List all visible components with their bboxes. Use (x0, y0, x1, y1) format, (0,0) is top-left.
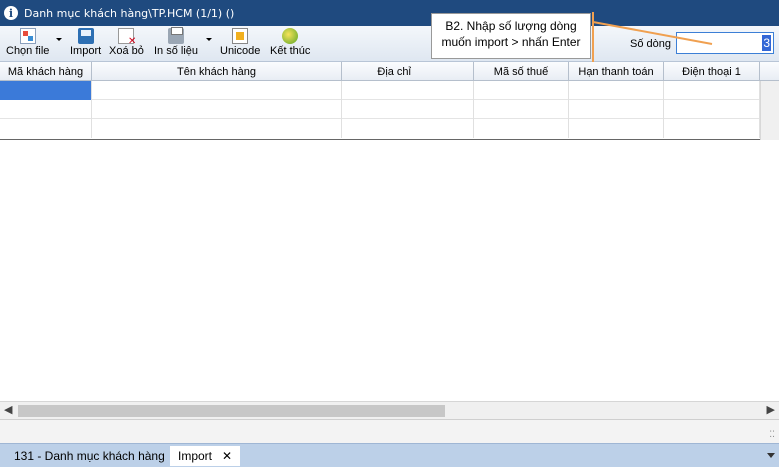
tab-label: 131 - Danh mục khách hàng (14, 449, 165, 463)
table-cell[interactable] (92, 81, 342, 100)
ket-thuc-label: Kết thúc (270, 45, 311, 57)
table-cell[interactable] (664, 119, 760, 138)
so-dong-value: 3 (762, 35, 771, 51)
document-tab-bar: 131 - Danh mục khách hàng Import ✕ (0, 443, 779, 467)
tab-label: Import (178, 449, 213, 463)
scroll-right-icon[interactable]: ▶ (767, 403, 775, 416)
horizontal-scrollbar[interactable]: ◀ ▶ (0, 401, 779, 419)
xoa-bo-label: Xoá bỏ (109, 45, 144, 57)
column-header-ma-khach-hang[interactable]: Mã khách hàng (0, 62, 92, 81)
table-cell[interactable] (474, 100, 569, 119)
table-cell-selected[interactable] (0, 81, 92, 100)
column-header-dien-thoai-1[interactable]: Điện thoại 1 (664, 62, 760, 81)
callout-line-1: B2. Nhập số lượng dòng (445, 19, 577, 33)
window-titlebar: i Danh mục khách hàng\TP.HCM (1/1) () (0, 0, 779, 26)
xoa-bo-button[interactable]: Xoá bỏ (109, 28, 144, 57)
callout-line-2: muốn import > nhấn Enter (441, 35, 581, 49)
tab-danh-muc-khach-hang[interactable]: 131 - Danh mục khách hàng (6, 446, 173, 466)
import-button[interactable]: Import (70, 28, 101, 57)
so-dong-label: Số dòng (630, 38, 671, 50)
table-cell[interactable] (664, 81, 760, 100)
file-select-icon (19, 28, 36, 44)
in-so-lieu-button[interactable]: In số liệu (154, 27, 199, 57)
table-cell[interactable] (342, 119, 474, 138)
column-header-ma-so-thue[interactable]: Mã số thuế (474, 62, 569, 81)
column-header-ten-khach-hang[interactable]: Tên khách hàng (92, 62, 342, 81)
resize-grip-icon[interactable]: ⁚⁚ (769, 430, 775, 440)
grid-header: Mã khách hàng Tên khách hàng Địa chỉ Mã … (0, 62, 779, 81)
table-cell[interactable] (569, 119, 664, 138)
column-header-dia-chi[interactable]: Địa chỉ (342, 62, 474, 81)
scrollbar-thumb[interactable] (18, 405, 445, 417)
status-bar: ⁚⁚ (0, 419, 779, 443)
table-cell[interactable] (92, 119, 342, 138)
window-title: Danh mục khách hàng\TP.HCM (1/1) () (24, 6, 235, 20)
table-cell[interactable] (569, 81, 664, 100)
instruction-callout: B2. Nhập số lượng dòng muốn import > nhấ… (431, 13, 591, 59)
scroll-left-icon[interactable]: ◀ (4, 403, 12, 416)
tab-menu-dropdown-icon[interactable] (767, 453, 775, 458)
table-row[interactable] (0, 81, 760, 100)
unicode-icon (232, 28, 249, 44)
in-so-lieu-dropdown-arrow[interactable] (206, 38, 212, 41)
column-header-han-thanh-toan[interactable]: Hạn thanh toán (569, 62, 664, 81)
table-cell[interactable] (474, 81, 569, 100)
table-cell[interactable] (92, 100, 342, 119)
data-grid: Mã khách hàng Tên khách hàng Địa chỉ Mã … (0, 62, 779, 140)
unicode-button[interactable]: Unicode (220, 28, 260, 57)
table-cell[interactable] (569, 100, 664, 119)
save-disk-icon (77, 28, 94, 44)
tab-import[interactable]: Import ✕ (170, 446, 241, 466)
callout-pointer-line (592, 12, 594, 62)
table-cell[interactable] (342, 81, 474, 100)
table-cell[interactable] (474, 119, 569, 138)
chon-file-button[interactable]: Chọn file (6, 28, 49, 57)
in-so-lieu-label: In số liệu (154, 45, 199, 57)
table-cell[interactable] (342, 100, 474, 119)
printer-icon (168, 27, 185, 44)
unicode-label: Unicode (220, 45, 261, 57)
close-icon[interactable]: ✕ (222, 449, 232, 463)
table-cell[interactable] (0, 100, 92, 119)
ket-thuc-button[interactable]: Kết thúc (270, 28, 310, 57)
exit-icon (282, 28, 299, 44)
table-cell[interactable] (664, 100, 760, 119)
vertical-scrollbar[interactable] (760, 81, 779, 140)
chon-file-label: Chọn file (6, 45, 50, 57)
info-icon: i (4, 6, 18, 20)
import-label: Import (70, 45, 102, 57)
chon-file-dropdown-arrow[interactable] (56, 38, 62, 41)
table-cell[interactable] (0, 119, 92, 138)
delete-icon (118, 28, 136, 47)
so-dong-input[interactable]: 3 (676, 32, 774, 54)
table-row[interactable] (0, 100, 760, 119)
table-row[interactable] (0, 119, 760, 138)
